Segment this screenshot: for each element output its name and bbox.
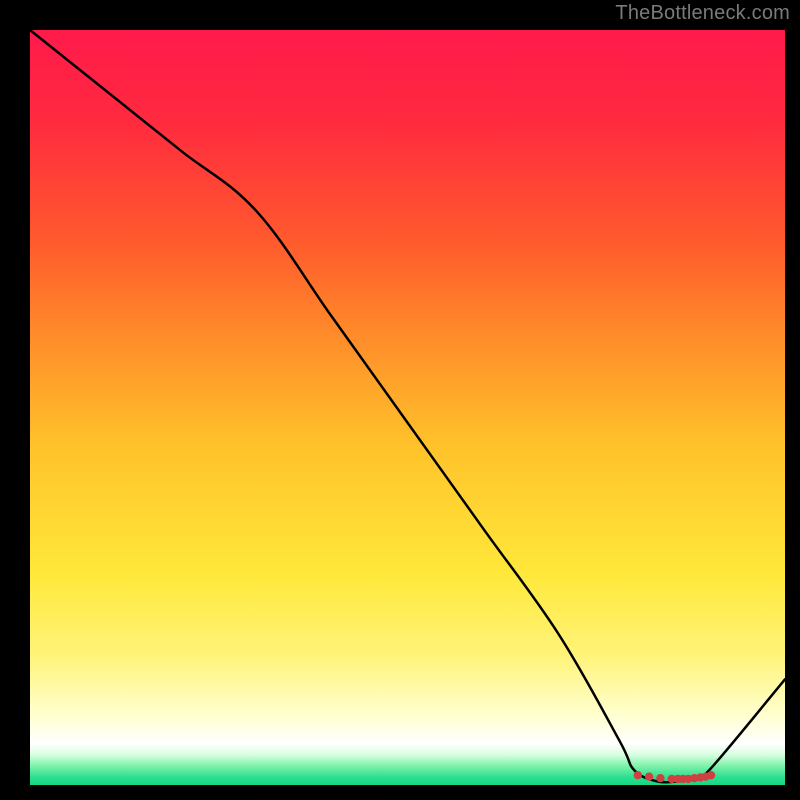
chart-svg	[0, 0, 800, 800]
optimum-marker	[645, 772, 653, 780]
optimum-marker	[656, 774, 664, 782]
optimum-marker	[707, 771, 715, 779]
optimum-marker	[634, 771, 642, 779]
chart-stage: TheBottleneck.com	[0, 0, 800, 800]
plot-background	[30, 30, 785, 785]
